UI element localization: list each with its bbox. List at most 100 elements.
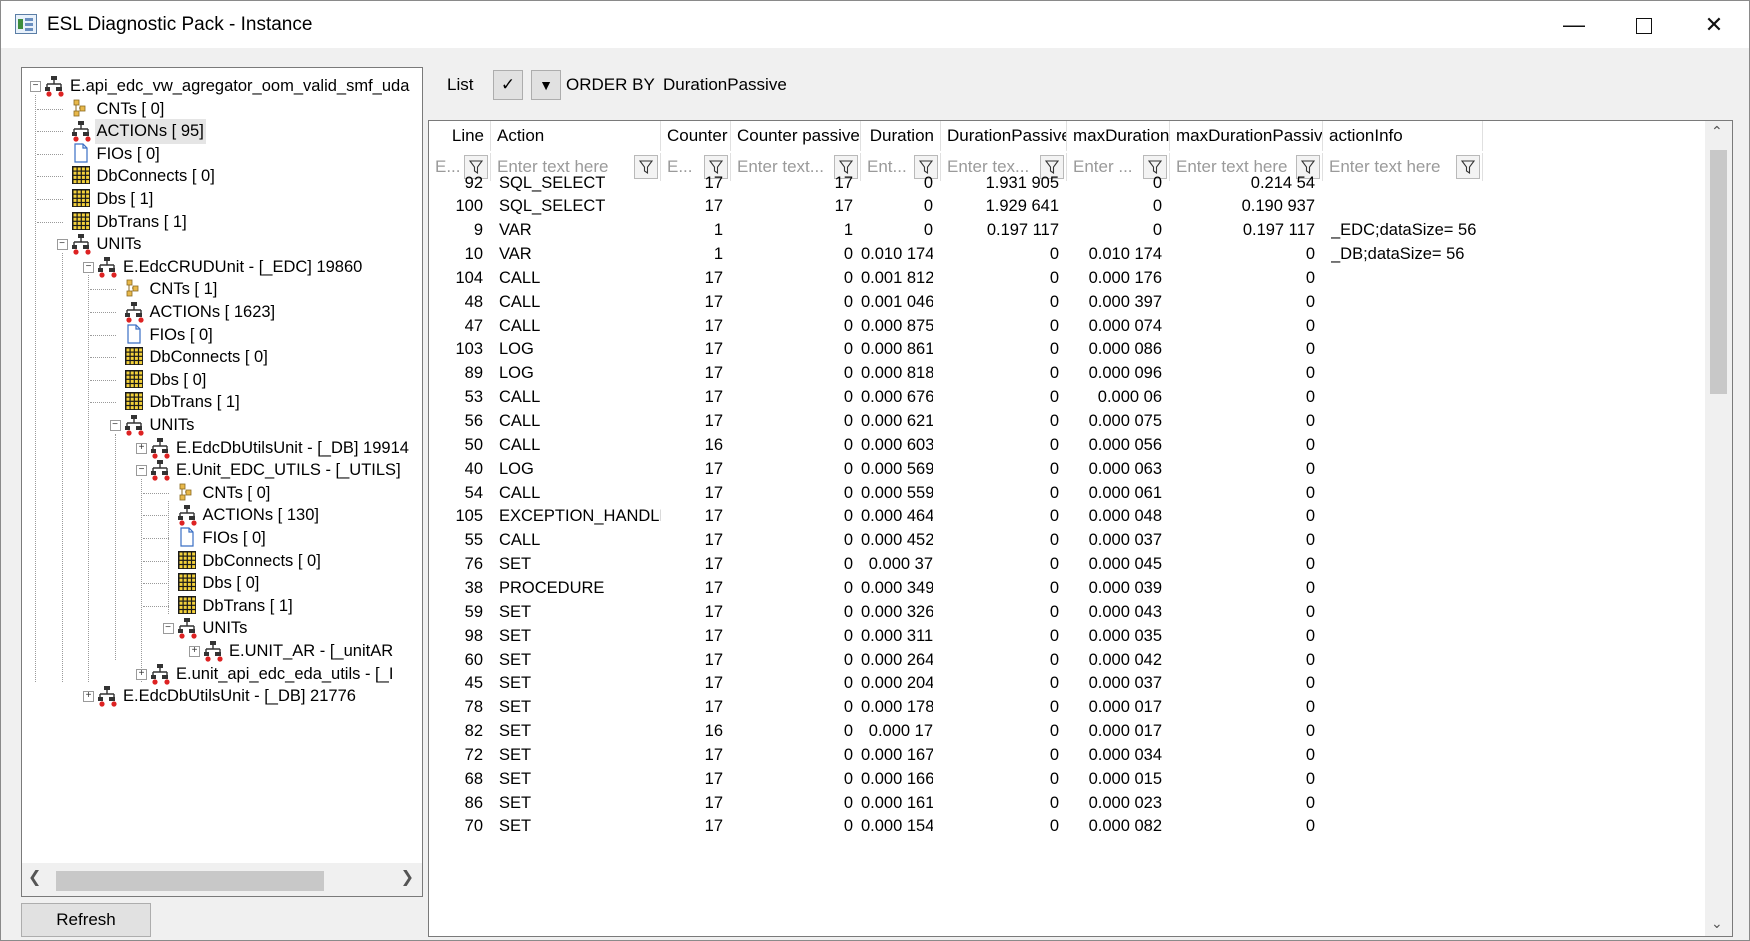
table-cell: 1.931 905 bbox=[985, 173, 1059, 192]
tree-node[interactable]: DbTrans [ 1] bbox=[22, 594, 422, 619]
close-button[interactable]: ✕ bbox=[1679, 1, 1749, 48]
column-header[interactable]: actionInfo bbox=[1323, 121, 1483, 151]
table-row[interactable]: 60 SET 17 0 0.000 264 0 0.000 042 0 bbox=[429, 647, 1705, 674]
table-row[interactable]: 82 SET 16 0 0.000 17 0 0.000 017 0 bbox=[429, 718, 1705, 745]
table-cell: 17 bbox=[704, 698, 723, 717]
column-header[interactable]: Counter bbox=[661, 121, 731, 151]
list-checkbox[interactable]: ✓ bbox=[493, 70, 523, 100]
table-row[interactable]: 89 LOG 17 0 0.000 818 0 0.000 096 0 bbox=[429, 360, 1705, 387]
table-row[interactable]: 103 LOG 17 0 0.000 861 0 0.000 086 0 bbox=[429, 336, 1705, 363]
column-header[interactable]: Counter passive bbox=[731, 121, 861, 151]
table-row[interactable]: 59 SET 17 0 0.000 326 0 0.000 043 0 bbox=[429, 599, 1705, 626]
table-row[interactable]: 9 VAR 1 1 0 0.197 117 0 0.197 117 _EDC;dataSize=… bbox=[429, 217, 1705, 244]
table-cell: 68 bbox=[464, 769, 483, 788]
maximize-button[interactable] bbox=[1609, 1, 1679, 48]
table-row[interactable]: 10 VAR 1 0 0.010 174 0 0.010 174 0 _DB;dataSize=… bbox=[429, 241, 1705, 268]
table-row[interactable]: 100 SQL_SELECT 17 17 0 1.929 641 0 0.190 937 bbox=[429, 193, 1705, 220]
tree-node[interactable]: FIOs [ 0] bbox=[22, 526, 422, 551]
data-grid[interactable]: ⌃ ⌄ Line E... Action Enter text here Counter… bbox=[428, 120, 1733, 937]
table-row[interactable]: 47 CALL 17 0 0.000 875 0 0.000 074 0 bbox=[429, 313, 1705, 340]
tree-connector bbox=[89, 312, 116, 313]
vertical-scrollbar[interactable]: ⌃ ⌄ bbox=[1705, 121, 1732, 936]
column-header[interactable]: maxDurationPassive bbox=[1170, 121, 1323, 151]
tree-node[interactable]: FIOs [ 0] bbox=[22, 142, 422, 167]
collapse-icon[interactable]: − bbox=[83, 261, 94, 273]
table-row[interactable]: 53 CALL 17 0 0.000 676 0 0.000 06 0 bbox=[429, 384, 1705, 411]
scroll-up-icon[interactable]: ⌃ bbox=[1711, 123, 1723, 140]
refresh-button[interactable]: Refresh bbox=[21, 903, 151, 937]
scroll-down-icon[interactable]: ⌄ bbox=[1711, 915, 1723, 932]
tree-node[interactable]: CNTs [ 1] bbox=[22, 277, 422, 302]
table-row[interactable]: 50 CALL 16 0 0.000 603 0 0.000 056 0 bbox=[429, 432, 1705, 459]
column-header[interactable]: maxDuration bbox=[1067, 121, 1170, 151]
tree-node[interactable]: + E.unit_api_edc_eda_utils - [_I bbox=[22, 662, 422, 687]
tree-view[interactable]: ❮ ❯ − E.api_edc_vw_agregator_oom_valid_sm… bbox=[21, 67, 423, 897]
column-header[interactable]: Action bbox=[491, 121, 661, 151]
column-header[interactable]: DurationPassive bbox=[941, 121, 1067, 151]
table-row[interactable]: 45 SET 17 0 0.000 204 0 0.000 037 0 bbox=[429, 670, 1705, 697]
tree-node[interactable]: + E.EdcDbUtilsUnit - [_DB] 19914 bbox=[22, 436, 422, 461]
tree-node[interactable]: + E.EdcDbUtilsUnit - [_DB] 21776 bbox=[22, 684, 422, 709]
collapse-icon[interactable]: − bbox=[56, 239, 68, 251]
tree-node[interactable]: Dbs [ 0] bbox=[22, 571, 422, 596]
minimize-button[interactable]: — bbox=[1539, 1, 1609, 48]
horizontal-scrollbar[interactable]: ❮ ❯ bbox=[22, 863, 422, 896]
tree-node[interactable]: ACTIONs [ 130] bbox=[22, 503, 422, 528]
counter-icon bbox=[71, 98, 93, 120]
order-dropdown-button[interactable]: ▼ bbox=[531, 70, 561, 100]
tree-node[interactable]: − E.api_edc_vw_agregator_oom_valid_smf_ud… bbox=[22, 74, 422, 99]
expand-icon[interactable]: + bbox=[189, 646, 200, 657]
tree-node[interactable]: FIOs [ 0] bbox=[22, 323, 422, 348]
tree-node[interactable]: DbTrans [ 1] bbox=[22, 390, 422, 415]
table-cell: 0.000 452 bbox=[861, 531, 933, 550]
scrollbar-thumb[interactable] bbox=[56, 871, 324, 891]
table-cell: 0 bbox=[1305, 245, 1315, 264]
column-header[interactable]: Line bbox=[429, 121, 491, 151]
tree-node[interactable]: ACTIONs [ 1623] bbox=[22, 300, 422, 325]
tree-node[interactable]: − E.EdcCRUDUnit - [_EDC] 19860 bbox=[22, 255, 422, 280]
table-cell: 0.000 178 bbox=[861, 698, 933, 717]
tree-node[interactable]: − UNITs bbox=[22, 413, 422, 438]
column-header[interactable]: Duration bbox=[861, 121, 941, 151]
table-row[interactable]: 40 LOG 17 0 0.000 569 0 0.000 063 0 bbox=[429, 456, 1705, 483]
tree-node[interactable]: Dbs [ 1] bbox=[22, 187, 422, 212]
table-row[interactable]: 56 CALL 17 0 0.000 621 0 0.000 075 0 bbox=[429, 408, 1705, 435]
table-row[interactable]: 104 CALL 17 0 0.001 812 0 0.000 176 0 bbox=[429, 265, 1705, 292]
collapse-icon[interactable]: − bbox=[136, 465, 147, 477]
tree-node[interactable]: DbConnects [ 0] bbox=[22, 549, 422, 574]
tree-node[interactable]: Dbs [ 0] bbox=[22, 368, 422, 393]
collapse-icon[interactable]: − bbox=[30, 81, 41, 92]
tree-node[interactable]: CNTs [ 0] bbox=[22, 97, 422, 122]
expand-icon[interactable]: + bbox=[83, 691, 94, 703]
table-row[interactable]: 86 SET 17 0 0.000 161 0 0.000 023 0 bbox=[429, 790, 1705, 817]
table-row[interactable]: 70 SET 17 0 0.000 154 0 0.000 082 0 bbox=[429, 813, 1705, 840]
collapse-icon[interactable]: − bbox=[109, 420, 121, 431]
table-row[interactable]: 92 SQL_SELECT 17 17 0 1.931 905 0 0.214 54 bbox=[429, 170, 1705, 197]
scroll-left-icon[interactable]: ❮ bbox=[28, 867, 41, 887]
tree-node[interactable]: − UNITs bbox=[22, 616, 422, 641]
collapse-icon[interactable]: − bbox=[162, 623, 174, 635]
scroll-right-icon[interactable]: ❯ bbox=[401, 867, 414, 887]
table-row[interactable]: 98 SET 17 0 0.000 311 0 0.000 035 0 bbox=[429, 623, 1705, 650]
table-icon bbox=[124, 346, 146, 368]
table-row[interactable]: 38 PROCEDURE 17 0 0.000 349 0 0.000 039 0 bbox=[429, 575, 1705, 602]
tree-node[interactable]: ACTIONs [ 95] bbox=[22, 119, 422, 145]
expand-icon[interactable]: + bbox=[136, 668, 147, 680]
tree-node[interactable]: DbConnects [ 0] bbox=[22, 164, 422, 189]
table-row[interactable]: 72 SET 17 0 0.000 167 0 0.000 034 0 bbox=[429, 742, 1705, 769]
tree-node[interactable]: − E.Unit_EDC_UTILS - [_UTILS] bbox=[22, 458, 422, 483]
scrollbar-thumb[interactable] bbox=[1710, 150, 1727, 394]
table-row[interactable]: 105 EXCEPTION_HANDLER 17 0 0.000 464 0 0.000 0… bbox=[429, 503, 1705, 530]
tree-node[interactable]: DbTrans [ 1] bbox=[22, 210, 422, 235]
table-row[interactable]: 54 CALL 17 0 0.000 559 0 0.000 061 0 bbox=[429, 480, 1705, 507]
tree-node[interactable]: DbConnects [ 0] bbox=[22, 345, 422, 370]
tree-node[interactable]: CNTs [ 0] bbox=[22, 481, 422, 506]
table-row[interactable]: 76 SET 17 0 0.000 37 0 0.000 045 0 bbox=[429, 551, 1705, 578]
tree-node[interactable]: + E.UNIT_AR - [_unitAR bbox=[22, 639, 422, 664]
table-row[interactable]: 48 CALL 17 0 0.001 046 0 0.000 397 0 bbox=[429, 289, 1705, 316]
expand-icon[interactable]: + bbox=[136, 442, 147, 454]
table-row[interactable]: 55 CALL 17 0 0.000 452 0 0.000 037 0 bbox=[429, 527, 1705, 554]
table-row[interactable]: 68 SET 17 0 0.000 166 0 0.000 015 0 bbox=[429, 766, 1705, 793]
tree-node[interactable]: − UNITs bbox=[22, 232, 422, 257]
table-row[interactable]: 78 SET 17 0 0.000 178 0 0.000 017 0 bbox=[429, 694, 1705, 721]
